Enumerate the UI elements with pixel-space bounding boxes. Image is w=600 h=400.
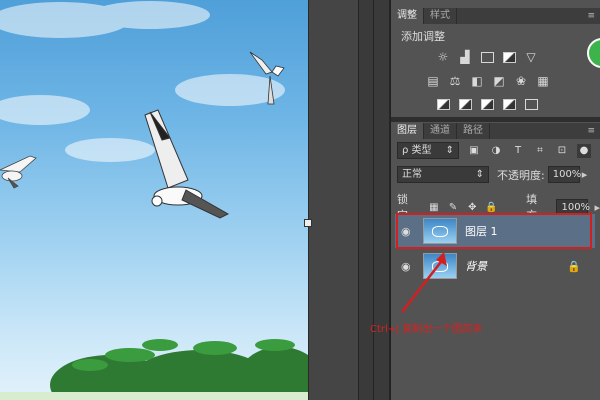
- panel-separator: [391, 117, 600, 122]
- levels-icon[interactable]: ▟: [457, 50, 473, 64]
- invert-icon[interactable]: [435, 97, 451, 111]
- dock-divider: [373, 0, 374, 400]
- adjustment-filter-icon[interactable]: ◑: [489, 144, 503, 158]
- vibrance-icon[interactable]: ▽: [523, 50, 539, 64]
- lock-move-icon[interactable]: ✥: [466, 200, 479, 214]
- adjustments-row-3: [435, 97, 539, 111]
- gradient-map-icon[interactable]: [501, 97, 517, 111]
- canvas-gutter: [308, 0, 358, 400]
- panel-menu-icon[interactable]: ≡: [587, 11, 595, 21]
- layer-row-background[interactable]: ◉ 背景 🔒: [395, 249, 595, 283]
- opacity-dropdown-icon[interactable]: ▸: [582, 168, 588, 181]
- tab-channels[interactable]: 通道: [424, 123, 457, 139]
- adjustments-title: 添加调整: [401, 30, 445, 43]
- resize-handle[interactable]: [304, 219, 312, 227]
- shape-filter-icon[interactable]: ⌗: [533, 144, 547, 158]
- filter-type-label: ρ 类型: [402, 145, 432, 156]
- opacity-label: 不透明度:: [497, 168, 545, 182]
- tab-paths[interactable]: 路径: [457, 123, 490, 139]
- layer-name[interactable]: 背景: [465, 258, 487, 274]
- adjustments-tabs: 调整 样式 ≡: [391, 8, 600, 24]
- exposure-icon[interactable]: [501, 50, 517, 64]
- selection-highlight-box: [396, 213, 592, 249]
- blend-mode-value: 正常: [402, 169, 422, 180]
- photo-filter-icon[interactable]: ◩: [491, 74, 507, 88]
- background-thumbnail: [423, 253, 457, 279]
- curves-icon[interactable]: [479, 50, 495, 64]
- smart-object-filter-icon[interactable]: ⊡: [555, 144, 569, 158]
- filter-toggle-icon[interactable]: ●: [577, 143, 591, 158]
- layers-tabs: 图层 通道 路径 ≡: [391, 123, 600, 139]
- filter-row: ρ 类型 ⇕ ▣ ◑ T ⌗ ⊡ ●: [397, 142, 591, 159]
- right-panel: 调整 样式 ≡ 添加调整 ☼ ▟ ▽ ▤ ⚖ ◧ ◩ ❀ ▦ 图层 通道 路径 …: [390, 0, 600, 400]
- brightness-icon[interactable]: ☼: [435, 50, 451, 64]
- hue-saturation-icon[interactable]: ▤: [425, 74, 441, 88]
- lock-all-icon[interactable]: 🔒: [485, 200, 498, 214]
- threshold-icon[interactable]: [479, 97, 495, 111]
- lock-icon: 🔒: [567, 259, 581, 273]
- lock-paint-icon[interactable]: ✎: [447, 200, 460, 214]
- tab-styles[interactable]: 样式: [424, 8, 457, 24]
- filter-type-select[interactable]: ρ 类型 ⇕: [397, 142, 459, 159]
- tab-adjustments[interactable]: 调整: [391, 8, 424, 24]
- image-filter-icon[interactable]: ▣: [467, 144, 481, 158]
- adjustments-row-1: ☼ ▟ ▽: [435, 50, 539, 64]
- blend-row: 正常 ⇕ 不透明度: 100% ▸: [397, 166, 587, 183]
- text-filter-icon[interactable]: T: [511, 144, 525, 158]
- chevron-updown-icon: ⇕: [445, 145, 454, 156]
- eye-icon[interactable]: ◉: [401, 260, 415, 273]
- opacity-input[interactable]: 100%: [547, 166, 581, 183]
- fill-dropdown-icon[interactable]: ▸: [594, 201, 600, 214]
- green-badge-icon: [587, 38, 600, 68]
- blend-mode-select[interactable]: 正常 ⇕: [397, 166, 489, 183]
- color-lookup-icon[interactable]: ▦: [535, 74, 551, 88]
- posterize-icon[interactable]: [457, 97, 473, 111]
- color-balance-icon[interactable]: ⚖: [447, 74, 463, 88]
- lock-transparent-icon[interactable]: ▦: [427, 200, 440, 214]
- document-canvas[interactable]: [0, 0, 308, 400]
- channel-mixer-icon[interactable]: ❀: [513, 74, 529, 88]
- black-white-icon[interactable]: ◧: [469, 74, 485, 88]
- tab-layers[interactable]: 图层: [391, 123, 424, 139]
- layers-menu-icon[interactable]: ≡: [587, 126, 595, 136]
- selective-color-icon[interactable]: [523, 97, 539, 111]
- panel-dock-strip: [358, 0, 390, 400]
- seagull-photo: [0, 1, 308, 400]
- chevron-updown-icon: ⇕: [475, 169, 484, 180]
- annotation-text: Ctrl+J 复制出一个图层来: [370, 324, 483, 335]
- adjustments-row-2: ▤ ⚖ ◧ ◩ ❀ ▦: [425, 74, 551, 88]
